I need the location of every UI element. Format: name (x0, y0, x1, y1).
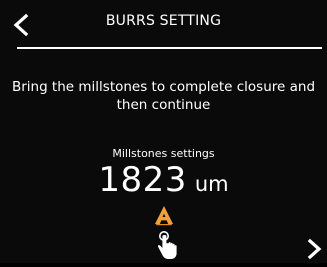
millstones-setting-value: 1823 (98, 160, 187, 200)
header: BURRS SETTING (0, 0, 327, 46)
header-divider (17, 47, 322, 49)
burrs-setting-screen: BURRS SETTING Bring the millstones to co… (0, 0, 327, 263)
tap-hand-icon[interactable] (155, 230, 179, 263)
millstones-setting-readout: 1823 um (0, 160, 327, 200)
chevron-right-icon (307, 238, 322, 260)
instruction-text: Bring the millstones to complete closure… (11, 79, 316, 113)
page-title: BURRS SETTING (105, 13, 222, 29)
a-badge-icon (153, 204, 175, 226)
next-button[interactable] (304, 237, 324, 261)
millstones-settings-label: Millstones settings (112, 147, 215, 160)
millstones-setting-unit: um (194, 172, 229, 196)
